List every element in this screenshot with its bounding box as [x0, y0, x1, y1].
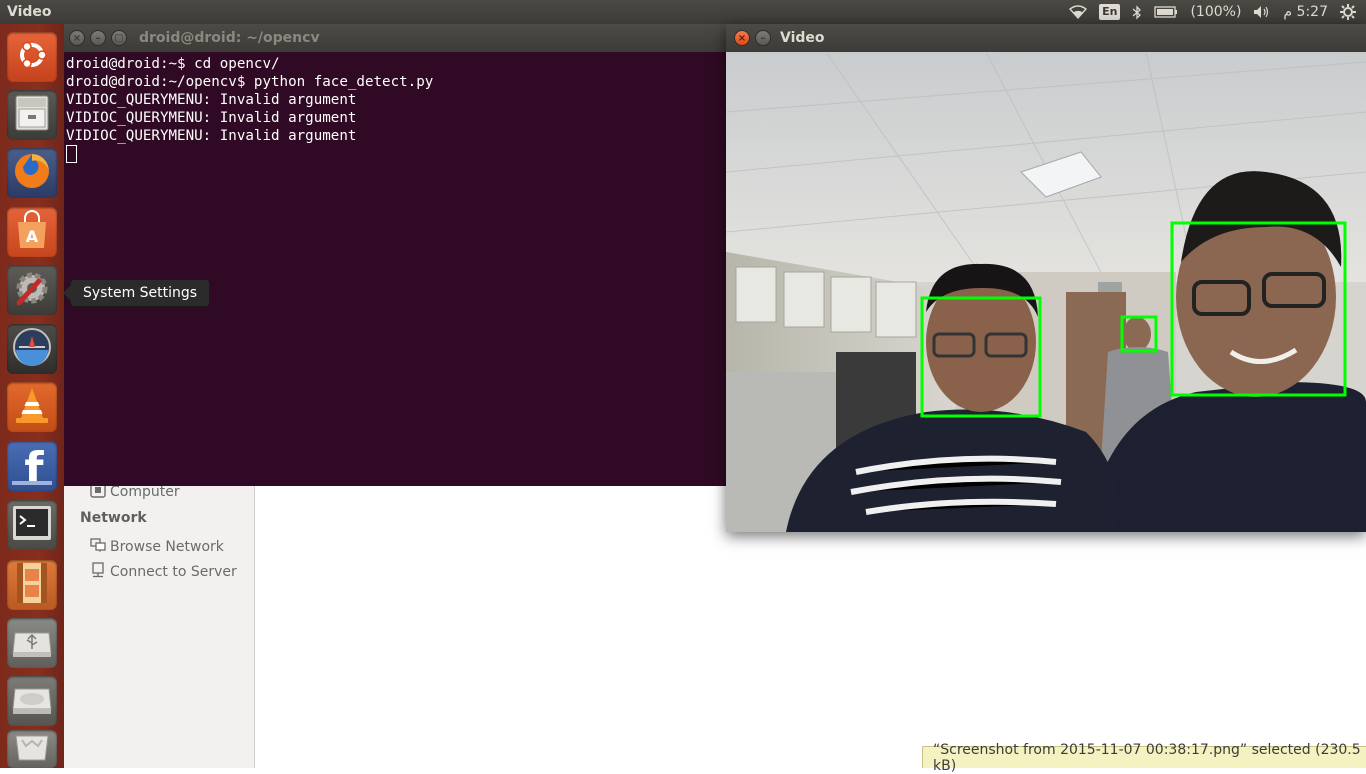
top-panel: Video En (100%) 5:27 م	[0, 0, 1366, 24]
launcher-ubuntu-dash[interactable]	[7, 32, 57, 82]
firefox-icon	[11, 150, 53, 196]
maximize-icon: □	[114, 32, 124, 44]
keyboard-layout-indicator[interactable]: En	[1099, 4, 1121, 20]
film-strip-icon	[13, 561, 51, 609]
close-icon: ×	[72, 32, 82, 44]
trash-icon	[12, 732, 52, 766]
facebook-icon: f	[12, 443, 52, 494]
launcher-firefox[interactable]	[7, 148, 57, 198]
terminal-line: VIDIOC_QUERYMENU: Invalid argument	[66, 110, 357, 126]
terminal-output[interactable]: droid@droid:~$ cd opencv/droid@droid:~/o…	[64, 52, 726, 168]
ubuntu-logo-icon	[14, 37, 50, 77]
launcher-system-settings[interactable]	[7, 265, 57, 315]
launcher-vlc[interactable]	[7, 382, 57, 432]
video-titlebar[interactable]: × – Video	[726, 24, 1366, 52]
video-minimize-button[interactable]: –	[755, 30, 771, 46]
terminal-close-button[interactable]: ×	[69, 30, 85, 46]
webcam-image	[726, 52, 1366, 532]
terminal-icon	[11, 504, 53, 546]
bluetooth-icon[interactable]	[1132, 4, 1142, 20]
file-manager-sidebar: Computer Network Browse Network Connect …	[64, 482, 255, 768]
launcher-videos[interactable]	[7, 560, 57, 610]
launcher-usb-drive[interactable]	[7, 618, 57, 668]
file-cabinet-icon	[13, 93, 51, 137]
wrench-gear-icon	[11, 267, 53, 313]
svg-text:f: f	[24, 443, 44, 485]
launcher-hard-drive[interactable]	[7, 676, 57, 726]
usb-drive-icon	[11, 623, 53, 663]
battery-icon[interactable]	[1154, 6, 1178, 18]
launcher-terminal[interactable]	[7, 500, 57, 550]
terminal-line: VIDIOC_QUERYMENU: Invalid argument	[66, 128, 357, 144]
launcher-facebook[interactable]: f	[7, 441, 57, 494]
vlc-cone-icon	[12, 384, 52, 430]
launcher-tooltip: System Settings	[62, 279, 211, 307]
sidebar-item-label: Connect to Server	[110, 564, 237, 580]
battery-percent: (100%)	[1190, 4, 1242, 20]
terminal-line: droid@droid:~$ cd opencv/	[66, 56, 280, 72]
terminal-window[interactable]: × – □ droid@droid: ~/opencv droid@droid:…	[64, 24, 726, 486]
video-window[interactable]: × – Video	[726, 24, 1366, 532]
settings-gear-icon[interactable]	[1340, 4, 1356, 20]
launcher-trash[interactable]	[7, 730, 57, 768]
terminal-titlebar[interactable]: × – □ droid@droid: ~/opencv	[64, 24, 726, 52]
launcher-software-center[interactable]: A	[7, 207, 57, 257]
sidebar-item-connect-to-server[interactable]: Connect to Server	[90, 562, 237, 582]
svg-text:A: A	[26, 227, 39, 246]
file-manager-status-bar: “Screenshot from 2015-11-07 00:38:17.png…	[922, 742, 1366, 774]
terminal-line: droid@droid:~/opencv$ python face_detect…	[66, 74, 434, 90]
volume-icon[interactable]	[1253, 5, 1271, 19]
launcher: A f	[0, 24, 64, 768]
video-title: Video	[780, 30, 825, 46]
terminal-cursor	[66, 145, 77, 163]
app-title: Video	[7, 4, 52, 20]
hard-drive-icon	[11, 681, 53, 721]
server-icon	[90, 562, 106, 582]
sidebar-heading-network: Network	[80, 510, 147, 526]
network-icon	[90, 537, 106, 557]
launcher-gauge-app[interactable]	[7, 324, 57, 374]
terminal-minimize-button[interactable]: –	[90, 30, 106, 46]
terminal-maximize-button[interactable]: □	[111, 30, 127, 46]
video-close-button[interactable]: ×	[734, 30, 750, 46]
minimize-icon: –	[95, 32, 101, 44]
wifi-icon[interactable]	[1069, 5, 1088, 19]
webcam-frame	[726, 52, 1366, 532]
sidebar-item-label: Browse Network	[110, 539, 224, 555]
terminal-title: droid@droid: ~/opencv	[139, 30, 320, 46]
close-icon: ×	[737, 32, 747, 44]
minimize-icon: –	[760, 32, 766, 44]
sidebar-item-label: Computer	[110, 484, 180, 500]
sidebar-item-browse-network[interactable]: Browse Network	[90, 537, 224, 557]
launcher-files[interactable]	[7, 90, 57, 140]
clock[interactable]: 5:27 م	[1283, 4, 1328, 20]
gauge-icon	[11, 326, 53, 372]
shopping-bag-icon: A	[13, 210, 51, 254]
indicator-area: En (100%) 5:27 م	[1069, 0, 1366, 24]
terminal-line: VIDIOC_QUERYMENU: Invalid argument	[66, 92, 357, 108]
